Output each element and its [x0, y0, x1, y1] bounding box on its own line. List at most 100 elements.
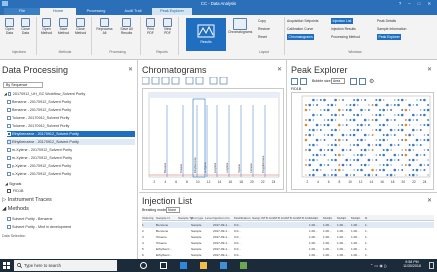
peak-bubble[interactable] — [346, 119, 348, 121]
column-header[interactable]: Modification — [234, 216, 251, 220]
peak-bubble[interactable] — [415, 138, 419, 142]
peak-bubble[interactable] — [379, 154, 381, 156]
peak-bubble[interactable] — [371, 168, 374, 172]
peak-bubble[interactable] — [338, 123, 341, 127]
peak-bubble[interactable] — [312, 98, 315, 102]
peak-bubble[interactable] — [308, 148, 311, 152]
column-header[interactable]: Order — [142, 216, 150, 220]
peak-bubble[interactable] — [315, 168, 319, 172]
peak-bubble[interactable] — [338, 144, 340, 146]
peak-bubble[interactable] — [371, 119, 374, 121]
peak-bubble[interactable] — [404, 123, 408, 127]
peak-bubble[interactable] — [360, 114, 363, 116]
peak-bubble[interactable] — [382, 168, 385, 172]
peak-bubble[interactable] — [342, 169, 344, 171]
peak-bubble[interactable] — [308, 174, 311, 176]
tree-item[interactable]: Toluene - 20170912_Solvent Purity — [7, 123, 135, 129]
peak-bubble[interactable] — [401, 124, 404, 126]
peak-bubble[interactable] — [312, 128, 315, 132]
close-icon[interactable]: ✕ — [427, 197, 432, 204]
peak-bubble[interactable] — [342, 124, 344, 126]
peak-bubble[interactable] — [386, 148, 389, 152]
signal-item[interactable]: FID1B — [7, 188, 23, 194]
peak-bubble[interactable] — [397, 154, 400, 156]
tab-processing[interactable]: Processing — [77, 8, 115, 15]
peak-bubble[interactable] — [427, 164, 430, 166]
peak-bubble[interactable] — [334, 139, 337, 141]
peak-bubble[interactable] — [319, 163, 323, 167]
peak-bubble[interactable] — [342, 139, 344, 141]
peak-explorer-item[interactable]: Peak Explorer — [377, 34, 402, 40]
peak-bubble[interactable] — [363, 133, 367, 137]
peak-bubble[interactable] — [316, 129, 318, 131]
peak-bubble[interactable] — [397, 139, 400, 141]
peak-bubble[interactable] — [394, 129, 396, 131]
peak-bubble[interactable] — [363, 163, 367, 167]
peak-bubble[interactable] — [353, 129, 356, 131]
peak-bubble[interactable] — [316, 144, 318, 146]
peak-bubble[interactable] — [404, 119, 407, 121]
peak-bubble[interactable] — [316, 159, 318, 161]
peak-bubble[interactable] — [382, 164, 385, 166]
peak-bubble[interactable] — [393, 119, 396, 121]
peak-bubble[interactable] — [367, 124, 370, 126]
tab-peak-explorer[interactable]: Peak Explorer — [152, 8, 192, 15]
peak-bubble[interactable] — [323, 119, 326, 121]
peak-bubble[interactable] — [390, 104, 392, 106]
peak-bubble[interactable] — [397, 114, 400, 116]
peak-bubble[interactable] — [360, 149, 363, 151]
peak-bubble[interactable] — [356, 98, 360, 102]
peak-bubble[interactable] — [372, 129, 374, 131]
peak-bubble[interactable] — [420, 139, 422, 141]
peak-bubble[interactable] — [420, 124, 422, 126]
peak-bubble[interactable] — [375, 144, 378, 146]
peak-bubble[interactable] — [415, 153, 419, 157]
reset-button[interactable]: Reset — [258, 34, 267, 40]
openlab-icon[interactable] — [240, 262, 247, 269]
peak-bubble[interactable] — [360, 138, 363, 142]
peak-bubble[interactable] — [389, 143, 393, 147]
peak-bubble[interactable] — [416, 129, 418, 131]
peak-bubble[interactable] — [356, 128, 360, 132]
close-icon[interactable]: ✕ — [128, 66, 133, 73]
peak-bubble[interactable] — [412, 113, 415, 117]
peak-bubble[interactable] — [386, 109, 388, 111]
peak-bubble[interactable] — [420, 154, 422, 156]
peak-bubble[interactable] — [427, 119, 430, 121]
peak-bubble[interactable] — [404, 134, 407, 136]
peak-bubble[interactable] — [346, 149, 348, 151]
peak-bubble[interactable] — [419, 163, 422, 167]
peak-bubble[interactable] — [305, 159, 307, 161]
peak-bubble[interactable] — [368, 164, 370, 166]
peak-bubble[interactable] — [312, 169, 315, 171]
results-layout-button[interactable]: Results — [186, 18, 226, 51]
cortana-icon[interactable] — [140, 262, 147, 269]
peak-bubble[interactable] — [308, 144, 311, 146]
peak-bubble[interactable] — [338, 164, 341, 166]
peak-bubble[interactable] — [305, 134, 307, 136]
fit-icon[interactable] — [350, 78, 357, 85]
column-header[interactable]: D. — [365, 216, 368, 220]
peak-bubble[interactable] — [415, 168, 419, 172]
peak-bubble[interactable] — [353, 99, 356, 101]
peak-bubble[interactable] — [416, 174, 418, 176]
method-item[interactable]: Solvent Purity - Benzene — [7, 216, 135, 222]
peak-bubble[interactable] — [423, 169, 426, 171]
peak-bubble[interactable] — [327, 134, 330, 136]
peak-bubble[interactable] — [419, 114, 422, 116]
baseline-icon[interactable] — [171, 77, 180, 85]
peak-bubble[interactable] — [393, 134, 396, 136]
peak-bubble[interactable] — [345, 109, 348, 111]
open-method-button[interactable]: Open Method — [39, 18, 54, 36]
peak-bubble[interactable] — [308, 129, 311, 131]
peak-bubble[interactable] — [379, 139, 381, 141]
peak-bubble[interactable] — [393, 153, 397, 157]
peak-bubble[interactable] — [386, 118, 389, 122]
peak-bubble[interactable] — [319, 99, 322, 101]
peak-bubble[interactable] — [401, 154, 404, 156]
peak-bubble[interactable] — [349, 119, 352, 121]
peak-bubble[interactable] — [423, 139, 426, 141]
peak-bubble[interactable] — [353, 174, 356, 176]
peak-bubble[interactable] — [308, 103, 311, 107]
peak-bubble[interactable] — [386, 159, 389, 161]
